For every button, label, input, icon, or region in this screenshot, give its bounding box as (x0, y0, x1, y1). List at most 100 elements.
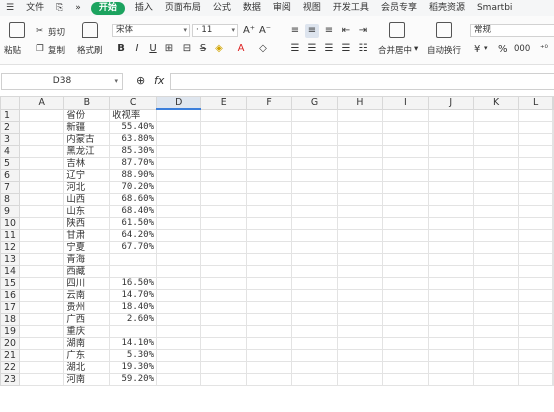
cell-province[interactable]: 辽宁 (63, 168, 111, 182)
cell-province[interactable]: 湖北 (63, 360, 111, 374)
row-header[interactable]: 16 (0, 288, 20, 302)
row-header[interactable]: 3 (0, 132, 20, 146)
menu-icon[interactable]: ☰ (0, 0, 20, 16)
underline-button[interactable]: U (146, 42, 160, 56)
cell-rating[interactable]: 87.70% (109, 156, 157, 170)
cell-a[interactable] (18, 264, 65, 278)
cell-g[interactable] (291, 156, 338, 170)
cell-j[interactable] (427, 228, 474, 242)
increase-font-icon[interactable]: A⁺ (242, 24, 256, 38)
cell-e[interactable] (200, 192, 247, 206)
cell-province[interactable]: 甘肃 (63, 228, 111, 242)
cell-e[interactable] (200, 360, 247, 374)
cell-i[interactable] (382, 204, 429, 218)
cell-f[interactable] (245, 252, 293, 266)
cell-d[interactable] (155, 216, 202, 230)
cell-h[interactable] (336, 264, 384, 278)
cell-j[interactable] (427, 204, 474, 218)
border-icon[interactable]: ⊞ (162, 42, 176, 56)
cell-h[interactable] (336, 348, 384, 362)
row-header[interactable]: 18 (0, 312, 20, 326)
cell-g[interactable] (291, 372, 338, 386)
cell-j[interactable] (427, 132, 474, 146)
align-top-icon[interactable]: ≡ (288, 24, 302, 38)
cell-h[interactable] (336, 240, 384, 254)
cell-rating[interactable]: 2.60% (109, 312, 157, 326)
cell-i[interactable] (382, 180, 429, 194)
cell-e[interactable] (200, 240, 247, 254)
cell-k[interactable] (472, 312, 520, 326)
row-header[interactable]: 19 (0, 324, 20, 338)
cell-d[interactable] (155, 252, 202, 266)
cell-g[interactable] (291, 336, 338, 350)
cell-i[interactable] (382, 300, 429, 314)
cell-a[interactable] (18, 216, 65, 230)
cell-g[interactable] (291, 144, 338, 158)
cell-h[interactable] (336, 108, 384, 122)
paste-icon[interactable] (9, 22, 25, 38)
row-header[interactable]: 15 (0, 276, 20, 290)
cell-i[interactable] (382, 108, 429, 122)
row-header[interactable]: 7 (0, 180, 20, 194)
merge-center-button[interactable]: 合并居中 (378, 44, 412, 56)
cell-province[interactable]: 重庆 (63, 324, 111, 338)
cell-d[interactable] (155, 288, 202, 302)
cell-k[interactable] (472, 132, 520, 146)
cell-g[interactable] (291, 240, 338, 254)
cell-e[interactable] (200, 276, 247, 290)
align-center-icon[interactable]: ☰ (305, 42, 319, 56)
cell-f[interactable] (245, 324, 293, 338)
cell-l[interactable] (518, 312, 553, 326)
cell-f[interactable] (245, 240, 293, 254)
cell-j[interactable] (427, 348, 474, 362)
cell-a[interactable] (18, 348, 65, 362)
cell-a[interactable] (18, 360, 65, 374)
cell-j[interactable] (427, 372, 474, 386)
cell-l[interactable] (518, 108, 553, 122)
cell-k[interactable] (472, 324, 520, 338)
tab-data[interactable]: 数据 (237, 0, 267, 16)
cell-e[interactable] (200, 264, 247, 278)
tab-member[interactable]: 会员专享 (375, 0, 423, 16)
copy-button[interactable]: 复制 (48, 44, 65, 56)
cell-h[interactable] (336, 360, 384, 374)
cell-j[interactable] (427, 252, 474, 266)
cell-j[interactable] (427, 300, 474, 314)
column-header-l[interactable]: L (518, 96, 553, 110)
cell-e[interactable] (200, 216, 247, 230)
cell-j[interactable] (427, 156, 474, 170)
cell-a[interactable] (18, 204, 65, 218)
cell-province[interactable]: 广西 (63, 312, 111, 326)
cell-a[interactable] (18, 144, 65, 158)
cell-f[interactable] (245, 144, 293, 158)
cell-j[interactable] (427, 180, 474, 194)
cell-l[interactable] (518, 156, 553, 170)
cell-i[interactable] (382, 372, 429, 386)
cell-rating[interactable]: 59.20% (109, 372, 157, 386)
cell-i[interactable] (382, 264, 429, 278)
cell-f[interactable] (245, 300, 293, 314)
cell-d[interactable] (155, 156, 202, 170)
cell-province[interactable]: 陕西 (63, 216, 111, 230)
cell-d[interactable] (155, 348, 202, 362)
cell-l[interactable] (518, 132, 553, 146)
cell-i[interactable] (382, 324, 429, 338)
thousands-button[interactable]: 000 (514, 44, 530, 54)
cell-j[interactable] (427, 360, 474, 374)
cell-f[interactable] (245, 288, 293, 302)
cell-l[interactable] (518, 228, 553, 242)
tab-review[interactable]: 审阅 (267, 0, 297, 16)
cell-j[interactable] (427, 324, 474, 338)
tab-smartbi[interactable]: Smartbi (471, 0, 518, 16)
cell-a[interactable] (18, 180, 65, 194)
cell-h[interactable] (336, 132, 384, 146)
strikethrough-icon[interactable]: S̶ (196, 42, 210, 56)
indent-decrease-icon[interactable]: ⇤ (339, 24, 353, 38)
font-name-select[interactable]: 宋体 ▾ (112, 24, 190, 37)
cell-i[interactable] (382, 144, 429, 158)
file-menu[interactable]: 文件 (20, 0, 50, 16)
cell-e[interactable] (200, 300, 247, 314)
cell-e[interactable] (200, 120, 247, 134)
cell-k[interactable] (472, 108, 520, 122)
cell-e[interactable] (200, 204, 247, 218)
